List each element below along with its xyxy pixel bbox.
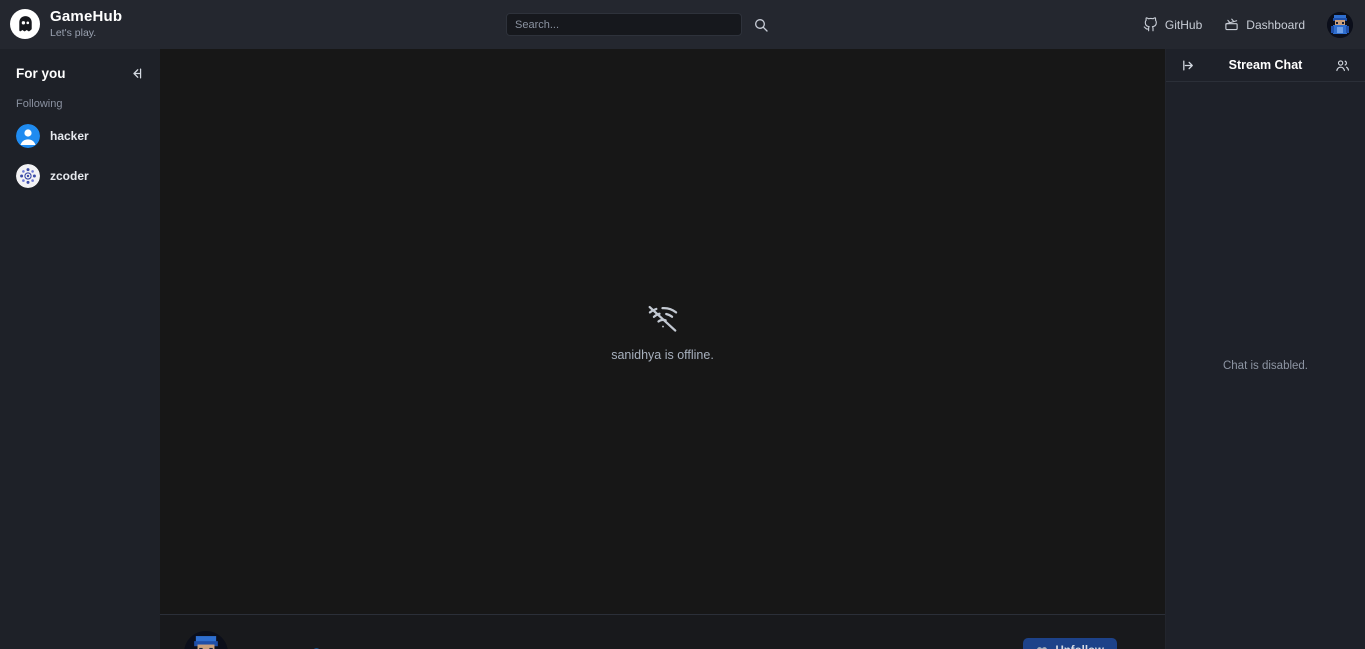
brand-title: GameHub [50, 8, 123, 26]
pixel-avatar[interactable] [184, 631, 228, 649]
ghost-icon [10, 9, 40, 40]
top-navigation-bar: GameHub Let's play. GitHub [0, 0, 1365, 49]
unfollow-button-label: Unfollow [1055, 645, 1104, 649]
collapse-left-icon[interactable] [128, 65, 144, 81]
brand-text: GameHub Let's play. [50, 9, 122, 39]
search-input[interactable] [506, 13, 742, 36]
search-area [506, 13, 770, 36]
sidebar-header: For you [0, 59, 160, 85]
sidebar-item-zcoder-label: zcoder [50, 169, 89, 183]
collapse-right-icon[interactable] [1180, 57, 1196, 73]
main-body: For you Following hacker zcoder sanidhya… [0, 49, 1365, 649]
github-icon [1143, 17, 1158, 32]
stream-chat-body: Chat is disabled. [1166, 82, 1365, 649]
search-icon[interactable] [752, 16, 770, 34]
unfollow-button[interactable]: Unfollow [1023, 638, 1117, 649]
wifi-off-icon [647, 302, 679, 334]
channel-identity: sanidhya [184, 627, 323, 649]
clapperboard-icon [1224, 17, 1239, 32]
sidebar-item-hacker-label: hacker [50, 129, 89, 143]
brand-tagline: Let's play. [50, 26, 97, 39]
channel-info-bar: sanidhya [160, 614, 1165, 649]
stream-chat-title: Stream Chat [1228, 58, 1303, 72]
offline-message: sanidhya is offline. [611, 347, 714, 362]
sidebar-section-following: Following [16, 98, 63, 110]
users-icon[interactable] [1335, 57, 1351, 73]
sidebar-title: For you [16, 65, 66, 81]
user-avatar[interactable] [1327, 11, 1353, 38]
app-root: GameHub Let's play. GitHub [0, 0, 1365, 649]
stream-chat-panel: Stream Chat Chat is disabled. [1165, 49, 1365, 649]
center-column: sanidhya is offline. [160, 49, 1165, 649]
nav-link-github[interactable]: GitHub [1143, 17, 1202, 32]
pattern-avatar-white [16, 164, 40, 188]
chat-disabled-message: Chat is disabled. [1222, 359, 1309, 372]
nav-link-dashboard[interactable]: Dashboard [1224, 17, 1305, 32]
sidebar-item-hacker[interactable]: hacker [0, 116, 160, 156]
sidebar-item-zcoder[interactable]: zcoder [0, 156, 160, 196]
nav-link-dashboard-label: Dashboard [1246, 17, 1305, 32]
person-avatar-blue [16, 124, 40, 148]
stream-chat-header: Stream Chat [1166, 49, 1365, 82]
channel-name-group: sanidhya [242, 640, 323, 649]
brand-logo-group[interactable]: GameHub Let's play. [0, 9, 300, 40]
top-nav-actions: GitHub Dashboard [1143, 11, 1365, 38]
sidebar: For you Following hacker zcoder [0, 49, 160, 649]
offline-state: sanidhya is offline. [611, 302, 714, 362]
nav-link-github-label: GitHub [1164, 17, 1203, 32]
heart-icon [1036, 645, 1048, 649]
video-player[interactable]: sanidhya is offline. [160, 49, 1165, 614]
